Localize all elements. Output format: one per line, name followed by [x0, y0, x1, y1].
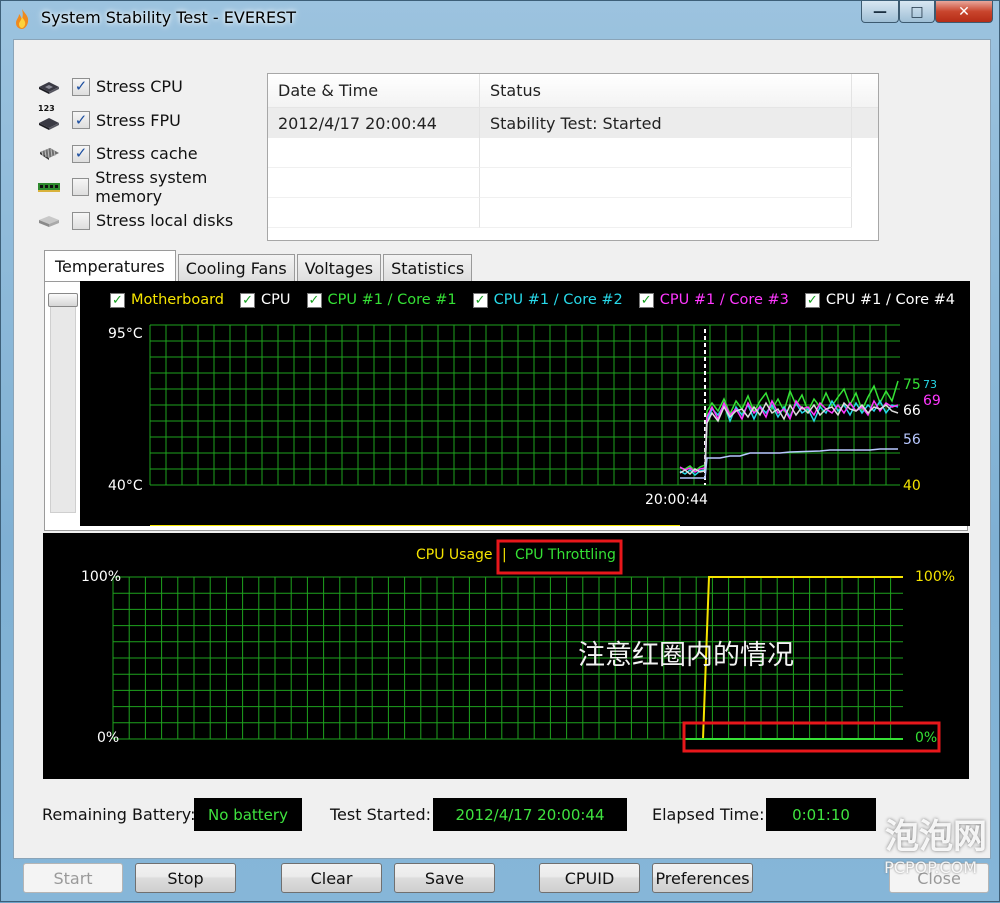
fpu-icon-text: 123	[38, 104, 55, 114]
marker-time-label: 20:00:44	[645, 492, 708, 508]
stress-options: ✓ Stress CPU 123 ✓ Stress FPU ✓ Stress c…	[36, 70, 276, 238]
fpu-chip-icon: 123	[36, 104, 62, 131]
stress-fpu-label: Stress FPU	[96, 110, 181, 130]
cpu-usage-plot	[112, 539, 941, 753]
value-label-core2: 73	[923, 378, 937, 391]
log-header-row: Date & Time Status	[268, 74, 878, 108]
stress-disks-label: Stress local disks	[96, 211, 234, 231]
stop-button[interactable]: Stop	[135, 863, 236, 893]
watermark-brand: 泡泡网	[885, 817, 987, 857]
temp-y-bottom-label: 40°C	[108, 478, 143, 494]
minimize-icon: —	[873, 3, 887, 20]
checkmark-icon: ✓	[74, 110, 88, 129]
close-icon: ✕	[958, 3, 970, 20]
stress-memory-checkbox[interactable]	[71, 178, 90, 197]
empty-row	[268, 168, 878, 198]
value-label-core1: 75	[903, 377, 921, 393]
stress-memory-label: Stress system memory	[95, 168, 208, 207]
stress-disks-checkbox[interactable]	[72, 211, 90, 230]
tab-voltages[interactable]: Voltages	[296, 254, 382, 282]
disk-drive-icon	[36, 211, 62, 231]
stress-cache-option[interactable]: ✓ Stress cache	[36, 137, 276, 171]
cpu-right-top-label: 100%	[915, 569, 956, 585]
stress-fpu-option[interactable]: 123 ✓ Stress FPU	[36, 104, 276, 138]
clear-button[interactable]: Clear	[281, 863, 382, 893]
start-button[interactable]: Start	[23, 863, 123, 893]
temperature-plot	[149, 324, 900, 526]
log-cell-status: Stability Test: Started	[480, 108, 852, 138]
flame-app-icon	[16, 9, 29, 29]
empty-row	[268, 138, 878, 168]
stability-test-window: System Stability Test - EVEREST — □ ✕ ✓ …	[0, 0, 1000, 902]
status-log-table[interactable]: Date & Time Status 2012/4/17 20:00:44 St…	[267, 73, 879, 241]
save-button[interactable]: Save	[394, 863, 495, 893]
legend-separator: |	[502, 547, 507, 563]
cpu-y-bottom-label: 0%	[97, 730, 120, 746]
cpuid-button[interactable]: CPUID	[539, 863, 640, 893]
slider-thumb[interactable]	[48, 293, 78, 307]
cpu-usage-title: CPU Usage	[416, 547, 493, 563]
value-label-core4: 66	[903, 403, 921, 419]
cpu-y-top-label: 100%	[81, 569, 122, 585]
stress-memory-option[interactable]: Stress system memory	[36, 168, 276, 207]
log-header-status[interactable]: Status	[480, 74, 852, 107]
close-window-button[interactable]: ✕	[935, 1, 993, 23]
window-title: System Stability Test - EVEREST	[41, 8, 297, 27]
log-header-datetime[interactable]: Date & Time	[268, 74, 480, 107]
cpu-usage-graph: CPU Usage | CPU Throttling 100% 0% 100% …	[43, 533, 969, 779]
stress-cpu-label: Stress CPU	[96, 77, 183, 97]
client-area: ✓ Stress CPU 123 ✓ Stress FPU ✓ Stress c…	[13, 39, 991, 859]
stress-disks-option[interactable]: Stress local disks	[36, 204, 276, 238]
table-row[interactable]: 2012/4/17 20:00:44 Stability Test: Start…	[268, 108, 878, 138]
tab-statistics[interactable]: Statistics	[383, 254, 473, 282]
stress-cache-label: Stress cache	[96, 144, 198, 164]
value-label-cpu: 56	[903, 432, 921, 448]
throttle-zero-highlight	[682, 721, 941, 753]
checkmark-icon: ✓	[74, 144, 88, 163]
cpu-chip-icon	[36, 77, 62, 97]
test-started-value: 2012/4/17 20:00:44	[433, 798, 627, 831]
stress-cpu-option[interactable]: ✓ Stress CPU	[36, 70, 276, 104]
test-started-label: Test Started:	[330, 805, 432, 824]
stress-cache-checkbox[interactable]: ✓	[72, 144, 90, 163]
value-label-core3: 69	[923, 393, 941, 409]
graph-tabs: Temperatures Cooling Fans Voltages Stati…	[44, 250, 474, 282]
stress-cpu-checkbox[interactable]: ✓	[72, 77, 90, 96]
series-core4-line	[679, 401, 899, 476]
watermark-site: PCPOP.COM	[884, 858, 977, 877]
cpu-right-bottom-label: 0%	[915, 730, 938, 746]
title-bar[interactable]: System Stability Test - EVEREST — □ ✕	[1, 1, 1000, 37]
graph-scale-slider[interactable]	[50, 293, 76, 513]
tab-cooling-fans[interactable]: Cooling Fans	[177, 254, 295, 282]
battery-label: Remaining Battery:	[42, 805, 196, 824]
battery-value: No battery	[194, 798, 302, 831]
log-cell-datetime: 2012/4/17 20:00:44	[268, 108, 480, 138]
checkmark-icon: ✓	[74, 77, 88, 96]
temp-y-top-label: 95°C	[108, 326, 143, 342]
minimize-button[interactable]: —	[861, 1, 899, 23]
button-bar: Start Stop Clear Save CPUID Preferences …	[1, 863, 1000, 903]
memory-module-icon	[36, 177, 62, 197]
elapsed-time-label: Elapsed Time:	[652, 805, 765, 824]
temperature-graph: ✓ Motherboard ✓ CPU ✓ CPU #1 / Core #1 ✓ CPU…	[80, 281, 970, 526]
tab-temperatures[interactable]: Temperatures	[44, 250, 176, 282]
preferences-button[interactable]: Preferences	[652, 863, 753, 893]
status-bar: Remaining Battery: No battery Test Start…	[36, 795, 996, 833]
empty-row	[268, 198, 878, 228]
stress-fpu-checkbox[interactable]: ✓	[72, 110, 90, 130]
annotation-text: 注意红圈内的情况	[578, 640, 794, 671]
elapsed-time-value: 0:01:10	[766, 798, 876, 831]
cpu-throttling-title: CPU Throttling	[515, 547, 616, 563]
maximize-icon: □	[910, 3, 924, 20]
cache-chip-icon	[36, 144, 62, 164]
value-label-motherboard: 40	[903, 478, 921, 494]
maximize-button[interactable]: □	[899, 1, 935, 23]
